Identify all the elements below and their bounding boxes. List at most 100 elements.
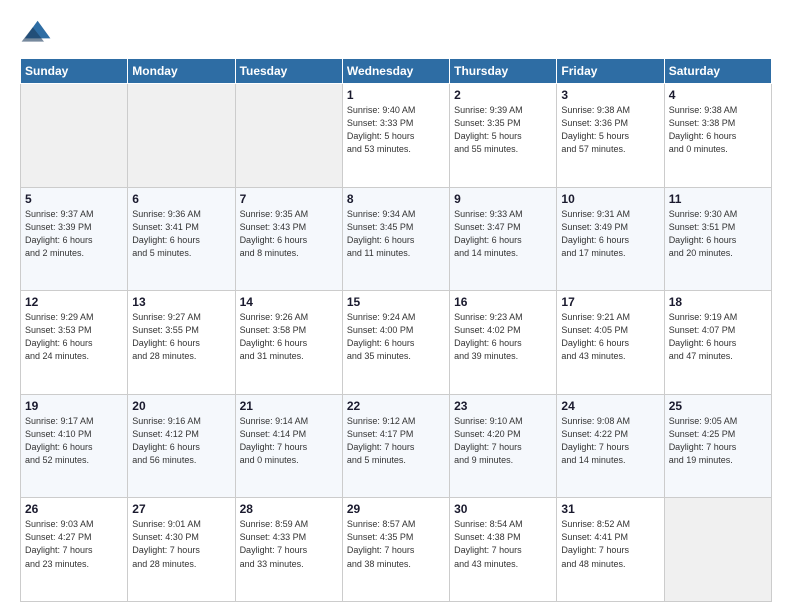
header — [20, 16, 772, 48]
calendar-week-0: 1 Sunrise: 9:40 AM Sunset: 3:33 PM Daylig… — [21, 84, 772, 188]
day-info: Sunrise: 9:14 AM Sunset: 4:14 PM Dayligh… — [240, 415, 338, 467]
day-info: Sunrise: 9:39 AM Sunset: 3:35 PM Dayligh… — [454, 104, 552, 156]
calendar-week-1: 5Sunrise: 9:37 AM Sunset: 3:39 PM Daylig… — [21, 187, 772, 291]
day-info: Sunrise: 9:10 AM Sunset: 4:20 PM Dayligh… — [454, 415, 552, 467]
day-info: Sunrise: 9:16 AM Sunset: 4:12 PM Dayligh… — [132, 415, 230, 467]
day-info: Sunrise: 9:34 AM Sunset: 3:45 PM Dayligh… — [347, 208, 445, 260]
day-number: 28 — [240, 502, 338, 516]
day-number: 25 — [669, 399, 767, 413]
calendar-cell — [128, 84, 235, 188]
calendar-cell: 27 Sunrise: 9:01 AM Sunset: 4:30 PM Dayli… — [128, 498, 235, 602]
day-info: Sunrise: 9:35 AM Sunset: 3:43 PM Dayligh… — [240, 208, 338, 260]
day-info: Sunrise: 9:21 AM Sunset: 4:05 PM Dayligh… — [561, 311, 659, 363]
calendar-body: 1 Sunrise: 9:40 AM Sunset: 3:33 PM Daylig… — [21, 84, 772, 602]
calendar-cell: 3Sunrise: 9:38 AM Sunset: 3:36 PM Daylig… — [557, 84, 664, 188]
col-saturday: Saturday — [664, 59, 771, 84]
calendar-cell: 22 Sunrise: 9:12 AM Sunset: 4:17 PM Dayli… — [342, 394, 449, 498]
day-number: 26 — [25, 502, 123, 516]
calendar-cell — [21, 84, 128, 188]
calendar-cell: 29Sunrise: 8:57 AM Sunset: 4:35 PM Dayli… — [342, 498, 449, 602]
day-info: Sunrise: 8:54 AM Sunset: 4:38 PM Dayligh… — [454, 518, 552, 570]
calendar-cell — [235, 84, 342, 188]
day-info: Sunrise: 9:05 AM Sunset: 4:25 PM Dayligh… — [669, 415, 767, 467]
calendar-cell: 4 Sunrise: 9:38 AM Sunset: 3:38 PM Daylig… — [664, 84, 771, 188]
calendar-cell: 21 Sunrise: 9:14 AM Sunset: 4:14 PM Dayli… — [235, 394, 342, 498]
day-number: 18 — [669, 295, 767, 309]
day-number: 24 — [561, 399, 659, 413]
day-number: 9 — [454, 192, 552, 206]
calendar-cell: 11Sunrise: 9:30 AM Sunset: 3:51 PM Dayli… — [664, 187, 771, 291]
day-number: 10 — [561, 192, 659, 206]
day-number: 8 — [347, 192, 445, 206]
day-number: 29 — [347, 502, 445, 516]
day-number: 30 — [454, 502, 552, 516]
day-number: 2 — [454, 88, 552, 102]
calendar-cell: 13 Sunrise: 9:27 AM Sunset: 3:55 PM Dayli… — [128, 291, 235, 395]
day-info: Sunrise: 9:19 AM Sunset: 4:07 PM Dayligh… — [669, 311, 767, 363]
day-number: 21 — [240, 399, 338, 413]
day-number: 13 — [132, 295, 230, 309]
calendar-cell: 20 Sunrise: 9:16 AM Sunset: 4:12 PM Dayli… — [128, 394, 235, 498]
col-tuesday: Tuesday — [235, 59, 342, 84]
calendar-cell: 5Sunrise: 9:37 AM Sunset: 3:39 PM Daylig… — [21, 187, 128, 291]
day-number: 14 — [240, 295, 338, 309]
calendar-cell: 8 Sunrise: 9:34 AM Sunset: 3:45 PM Daylig… — [342, 187, 449, 291]
calendar-cell — [664, 498, 771, 602]
day-info: Sunrise: 9:17 AM Sunset: 4:10 PM Dayligh… — [25, 415, 123, 467]
day-info: Sunrise: 9:29 AM Sunset: 3:53 PM Dayligh… — [25, 311, 123, 363]
day-number: 4 — [669, 88, 767, 102]
calendar-cell: 30 Sunrise: 8:54 AM Sunset: 4:38 PM Dayli… — [450, 498, 557, 602]
page: Sunday Monday Tuesday Wednesday Thursday… — [0, 0, 792, 612]
calendar-cell: 26 Sunrise: 9:03 AM Sunset: 4:27 PM Dayli… — [21, 498, 128, 602]
calendar-header: Sunday Monday Tuesday Wednesday Thursday… — [21, 59, 772, 84]
day-info: Sunrise: 9:03 AM Sunset: 4:27 PM Dayligh… — [25, 518, 123, 570]
day-info: Sunrise: 9:38 AM Sunset: 3:36 PM Dayligh… — [561, 104, 659, 156]
calendar-cell: 14 Sunrise: 9:26 AM Sunset: 3:58 PM Dayli… — [235, 291, 342, 395]
calendar-cell: 9Sunrise: 9:33 AM Sunset: 3:47 PM Daylig… — [450, 187, 557, 291]
calendar-cell: 15Sunrise: 9:24 AM Sunset: 4:00 PM Dayli… — [342, 291, 449, 395]
calendar-cell: 6 Sunrise: 9:36 AM Sunset: 3:41 PM Daylig… — [128, 187, 235, 291]
day-number: 27 — [132, 502, 230, 516]
day-info: Sunrise: 9:38 AM Sunset: 3:38 PM Dayligh… — [669, 104, 767, 156]
calendar-cell: 2 Sunrise: 9:39 AM Sunset: 3:35 PM Daylig… — [450, 84, 557, 188]
calendar-week-2: 12 Sunrise: 9:29 AM Sunset: 3:53 PM Dayli… — [21, 291, 772, 395]
calendar-cell: 25 Sunrise: 9:05 AM Sunset: 4:25 PM Dayli… — [664, 394, 771, 498]
day-info: Sunrise: 9:36 AM Sunset: 3:41 PM Dayligh… — [132, 208, 230, 260]
calendar-cell: 7 Sunrise: 9:35 AM Sunset: 3:43 PM Daylig… — [235, 187, 342, 291]
day-number: 7 — [240, 192, 338, 206]
day-number: 22 — [347, 399, 445, 413]
day-number: 20 — [132, 399, 230, 413]
day-info: Sunrise: 9:27 AM Sunset: 3:55 PM Dayligh… — [132, 311, 230, 363]
day-info: Sunrise: 9:31 AM Sunset: 3:49 PM Dayligh… — [561, 208, 659, 260]
day-info: Sunrise: 9:01 AM Sunset: 4:30 PM Dayligh… — [132, 518, 230, 570]
col-wednesday: Wednesday — [342, 59, 449, 84]
calendar-cell: 17 Sunrise: 9:21 AM Sunset: 4:05 PM Dayli… — [557, 291, 664, 395]
day-info: Sunrise: 9:40 AM Sunset: 3:33 PM Dayligh… — [347, 104, 445, 156]
col-monday: Monday — [128, 59, 235, 84]
day-number: 6 — [132, 192, 230, 206]
day-number: 17 — [561, 295, 659, 309]
calendar-table: Sunday Monday Tuesday Wednesday Thursday… — [20, 58, 772, 602]
day-number: 16 — [454, 295, 552, 309]
day-number: 19 — [25, 399, 123, 413]
header-row: Sunday Monday Tuesday Wednesday Thursday… — [21, 59, 772, 84]
day-number: 5 — [25, 192, 123, 206]
day-info: Sunrise: 9:30 AM Sunset: 3:51 PM Dayligh… — [669, 208, 767, 260]
day-number: 31 — [561, 502, 659, 516]
col-friday: Friday — [557, 59, 664, 84]
day-info: Sunrise: 9:08 AM Sunset: 4:22 PM Dayligh… — [561, 415, 659, 467]
col-thursday: Thursday — [450, 59, 557, 84]
logo-icon — [20, 16, 52, 48]
day-info: Sunrise: 9:26 AM Sunset: 3:58 PM Dayligh… — [240, 311, 338, 363]
day-number: 23 — [454, 399, 552, 413]
logo — [20, 16, 56, 48]
calendar-cell: 12 Sunrise: 9:29 AM Sunset: 3:53 PM Dayli… — [21, 291, 128, 395]
calendar-cell: 10 Sunrise: 9:31 AM Sunset: 3:49 PM Dayli… — [557, 187, 664, 291]
day-number: 12 — [25, 295, 123, 309]
day-number: 15 — [347, 295, 445, 309]
day-number: 1 — [347, 88, 445, 102]
col-sunday: Sunday — [21, 59, 128, 84]
day-info: Sunrise: 8:59 AM Sunset: 4:33 PM Dayligh… — [240, 518, 338, 570]
calendar-cell: 31Sunrise: 8:52 AM Sunset: 4:41 PM Dayli… — [557, 498, 664, 602]
day-info: Sunrise: 9:12 AM Sunset: 4:17 PM Dayligh… — [347, 415, 445, 467]
